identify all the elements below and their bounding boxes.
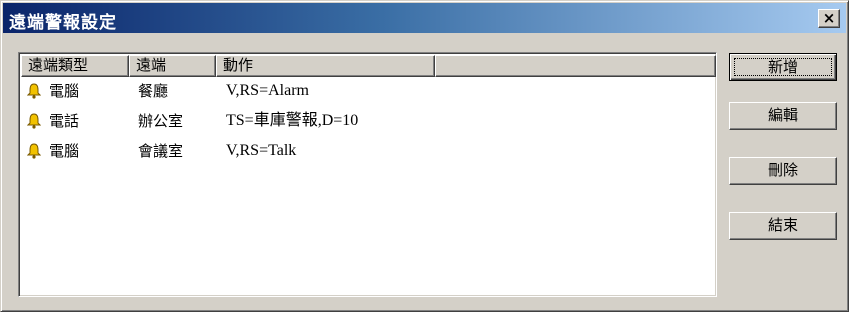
list-item[interactable]: 電腦 會議室 V,RS=Talk	[21, 139, 711, 163]
add-button-label: 新增	[734, 58, 832, 76]
remote-type: 電腦	[49, 82, 80, 100]
action-text: TS=車庫警報,D=10	[226, 112, 359, 129]
alarm-list[interactable]: 遠端類型 遠端 動作 電腦 餐廳 V,RS=Alarm 電話 辦公室 TS=車庫…	[18, 52, 717, 297]
list-item[interactable]: 電話 辦公室 TS=車庫警報,D=10	[21, 109, 711, 133]
close-icon: ×	[822, 9, 836, 27]
edit-button[interactable]: 編輯	[729, 102, 837, 130]
delete-button[interactable]: 刪除	[729, 157, 837, 185]
action-text: V,RS=Talk	[226, 142, 297, 159]
list-header: 遠端類型 遠端 動作	[21, 55, 716, 77]
close-button[interactable]: ×	[818, 9, 840, 28]
action-text: V,RS=Alarm	[226, 82, 309, 99]
remote-name: 餐廳	[138, 82, 169, 100]
column-header-remote[interactable]: 遠端	[129, 55, 216, 77]
window-title: 遠端警報設定	[9, 13, 117, 33]
close-dialog-button[interactable]: 結束	[729, 212, 837, 240]
column-header-empty[interactable]	[435, 55, 716, 77]
bell-icon	[27, 139, 45, 163]
remote-name: 辦公室	[138, 112, 184, 130]
bell-icon	[27, 109, 45, 133]
remote-type: 電話	[49, 112, 80, 130]
remote-type: 電腦	[49, 142, 80, 160]
column-header-type[interactable]: 遠端類型	[21, 55, 129, 77]
title-bar[interactable]: 遠端警報設定 ×	[3, 3, 846, 33]
add-button[interactable]: 新增	[729, 53, 837, 81]
list-item[interactable]: 電腦 餐廳 V,RS=Alarm	[21, 79, 711, 103]
remote-alarm-settings-dialog: 遠端警報設定 × 遠端類型 遠端 動作 電腦 餐廳 V,RS=Alarm 電話 …	[0, 0, 849, 312]
column-header-action[interactable]: 動作	[216, 55, 435, 77]
bell-icon	[27, 79, 45, 103]
remote-name: 會議室	[138, 142, 184, 160]
